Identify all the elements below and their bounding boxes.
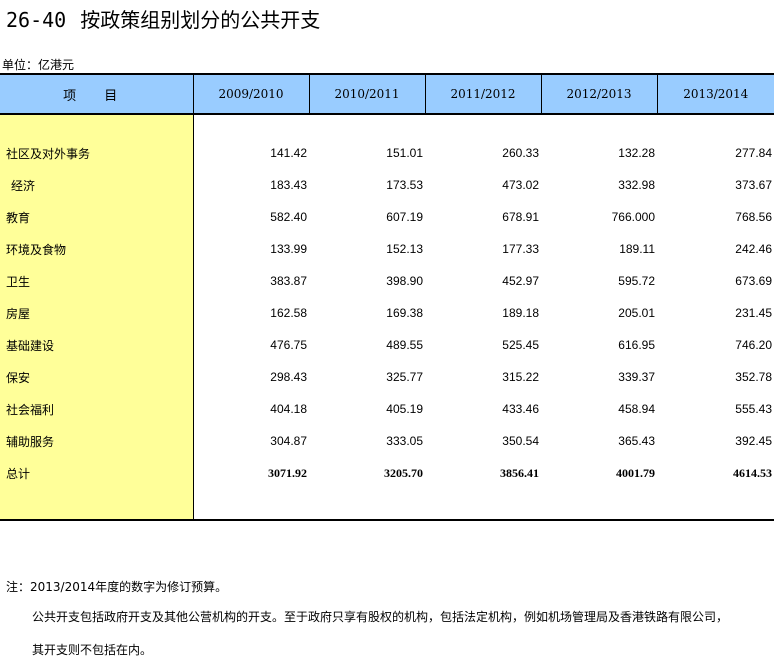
value-cell: 525.45: [502, 338, 539, 352]
value-cell: 405.19: [386, 402, 423, 416]
row-label: 总计: [0, 457, 194, 489]
value-cell: 433.46: [502, 402, 539, 416]
value-cell: 183.43: [270, 178, 307, 192]
value-cell: 333.05: [386, 434, 423, 448]
value-cell: 673.69: [735, 274, 772, 288]
value-cell: 304.87: [270, 434, 307, 448]
value-cell: 298.43: [270, 370, 307, 384]
row-label: 房屋: [0, 297, 194, 329]
row-label: 基础建设: [0, 329, 194, 361]
table-row: 卫生 383.87 398.90 452.97 595.72 673.69: [0, 265, 774, 297]
value-cell: 260.33: [502, 146, 539, 160]
value-cell: 277.84: [735, 146, 772, 160]
total-row: 总计 3071.92 3205.70 3856.41 4001.79 4614.53: [0, 457, 774, 489]
value-cell: 350.54: [502, 434, 539, 448]
note-line-2: 公共开支包括政府开支及其他公营机构的开支。至于政府只享有股权的机构，包括法定机构…: [32, 610, 729, 624]
value-cell: 365.43: [618, 434, 655, 448]
value-cell: 3856.41: [500, 465, 539, 480]
row-label: 卫生: [0, 265, 194, 297]
value-cell: 766.000: [611, 210, 655, 224]
page-title: 26-40 按政策组别划分的公共开支: [6, 4, 320, 33]
value-cell: 582.40: [270, 210, 307, 224]
value-cell: 555.43: [735, 402, 772, 416]
value-cell: 173.53: [386, 178, 423, 192]
value-cell: 189.11: [619, 242, 655, 256]
spacer-row: [0, 114, 774, 137]
expenditure-table: 项 目 2009/2010 2010/2011 2011/2012 2012/2…: [0, 73, 774, 529]
table-row: 社区及对外事务 141.42 151.01 260.33 132.28 277.84: [0, 137, 774, 169]
col-header-2011: 2011/2012: [425, 73, 542, 115]
col-header-2013: 2013/2014: [657, 73, 774, 115]
value-cell: 768.56: [735, 210, 772, 224]
value-cell: 3205.70: [384, 465, 423, 480]
value-cell: 4001.79: [616, 465, 655, 480]
table-row: 环境及食物 133.99 152.13 177.33 189.11 242.46: [0, 233, 774, 265]
value-cell: 132.28: [618, 146, 655, 160]
value-cell: 607.19: [386, 210, 423, 224]
table-title: 按政策组别划分的公共开支: [80, 8, 321, 32]
value-cell: 473.02: [502, 178, 539, 192]
value-cell: 231.45: [735, 306, 772, 320]
value-cell: 332.98: [618, 178, 655, 192]
value-cell: 392.45: [735, 434, 772, 448]
value-cell: 151.01: [386, 146, 423, 160]
value-cell: 152.13: [386, 242, 423, 256]
value-cell: 352.78: [735, 370, 772, 384]
value-cell: 616.95: [618, 338, 655, 352]
row-label: 教育: [0, 201, 194, 233]
value-cell: 169.38: [386, 306, 423, 320]
table-row: 社会福利 404.18 405.19 433.46 458.94 555.43: [0, 393, 774, 425]
row-label: 经济: [0, 169, 194, 201]
table-row: 基础建设 476.75 489.55 525.45 616.95 746.20: [0, 329, 774, 361]
value-cell: 398.90: [386, 274, 423, 288]
value-cell: 746.20: [735, 338, 772, 352]
col-header-2010: 2010/2011: [309, 73, 426, 115]
table-row: 教育 582.40 607.19 678.91 766.000 768.56: [0, 201, 774, 233]
row-label: 社会福利: [0, 393, 194, 425]
unit-label: 单位：亿港元: [2, 58, 75, 72]
table-row: 经济 183.43 173.53 473.02 332.98 373.67: [0, 169, 774, 201]
col-header-2012: 2012/2013: [541, 73, 658, 115]
header-row: 项 目 2009/2010 2010/2011 2011/2012 2012/2…: [0, 73, 774, 115]
note-line-1: 注：2013/2014年度的数字为修订预算。: [6, 580, 228, 594]
value-cell: 141.42: [270, 146, 307, 160]
col-header-2009: 2009/2010: [193, 73, 310, 115]
value-cell: 404.18: [270, 402, 307, 416]
table-row: 房屋 162.58 169.38 189.18 205.01 231.45: [0, 297, 774, 329]
col-header-item: 项 目: [0, 73, 194, 115]
value-cell: 383.87: [270, 274, 307, 288]
row-label: 社区及对外事务: [0, 137, 194, 169]
value-cell: 133.99: [270, 242, 307, 256]
row-label: 辅助服务: [0, 425, 194, 457]
value-cell: 595.72: [618, 274, 655, 288]
value-cell: 325.77: [386, 370, 423, 384]
value-cell: 189.18: [502, 306, 539, 320]
value-cell: 162.58: [270, 306, 307, 320]
value-cell: 4614.53: [733, 465, 772, 480]
value-cell: 452.97: [502, 274, 539, 288]
value-cell: 339.37: [618, 370, 655, 384]
value-cell: 678.91: [502, 210, 539, 224]
value-cell: 458.94: [618, 402, 655, 416]
value-cell: 242.46: [735, 242, 772, 256]
value-cell: 476.75: [270, 338, 307, 352]
spacer-row: [0, 489, 774, 521]
value-cell: 205.01: [618, 306, 655, 320]
value-cell: 373.67: [735, 178, 772, 192]
note-line-3: 其开支则不包括在内。: [32, 643, 153, 657]
value-cell: 315.22: [502, 370, 539, 384]
table-number: 26-40: [6, 8, 67, 32]
table-row: 保安 298.43 325.77 315.22 339.37 352.78: [0, 361, 774, 393]
row-label: 环境及食物: [0, 233, 194, 265]
value-cell: 3071.92: [268, 465, 307, 480]
value-cell: 489.55: [386, 338, 423, 352]
value-cell: 177.33: [502, 242, 539, 256]
table-row: 辅助服务 304.87 333.05 350.54 365.43 392.45: [0, 425, 774, 457]
row-label: 保安: [0, 361, 194, 393]
